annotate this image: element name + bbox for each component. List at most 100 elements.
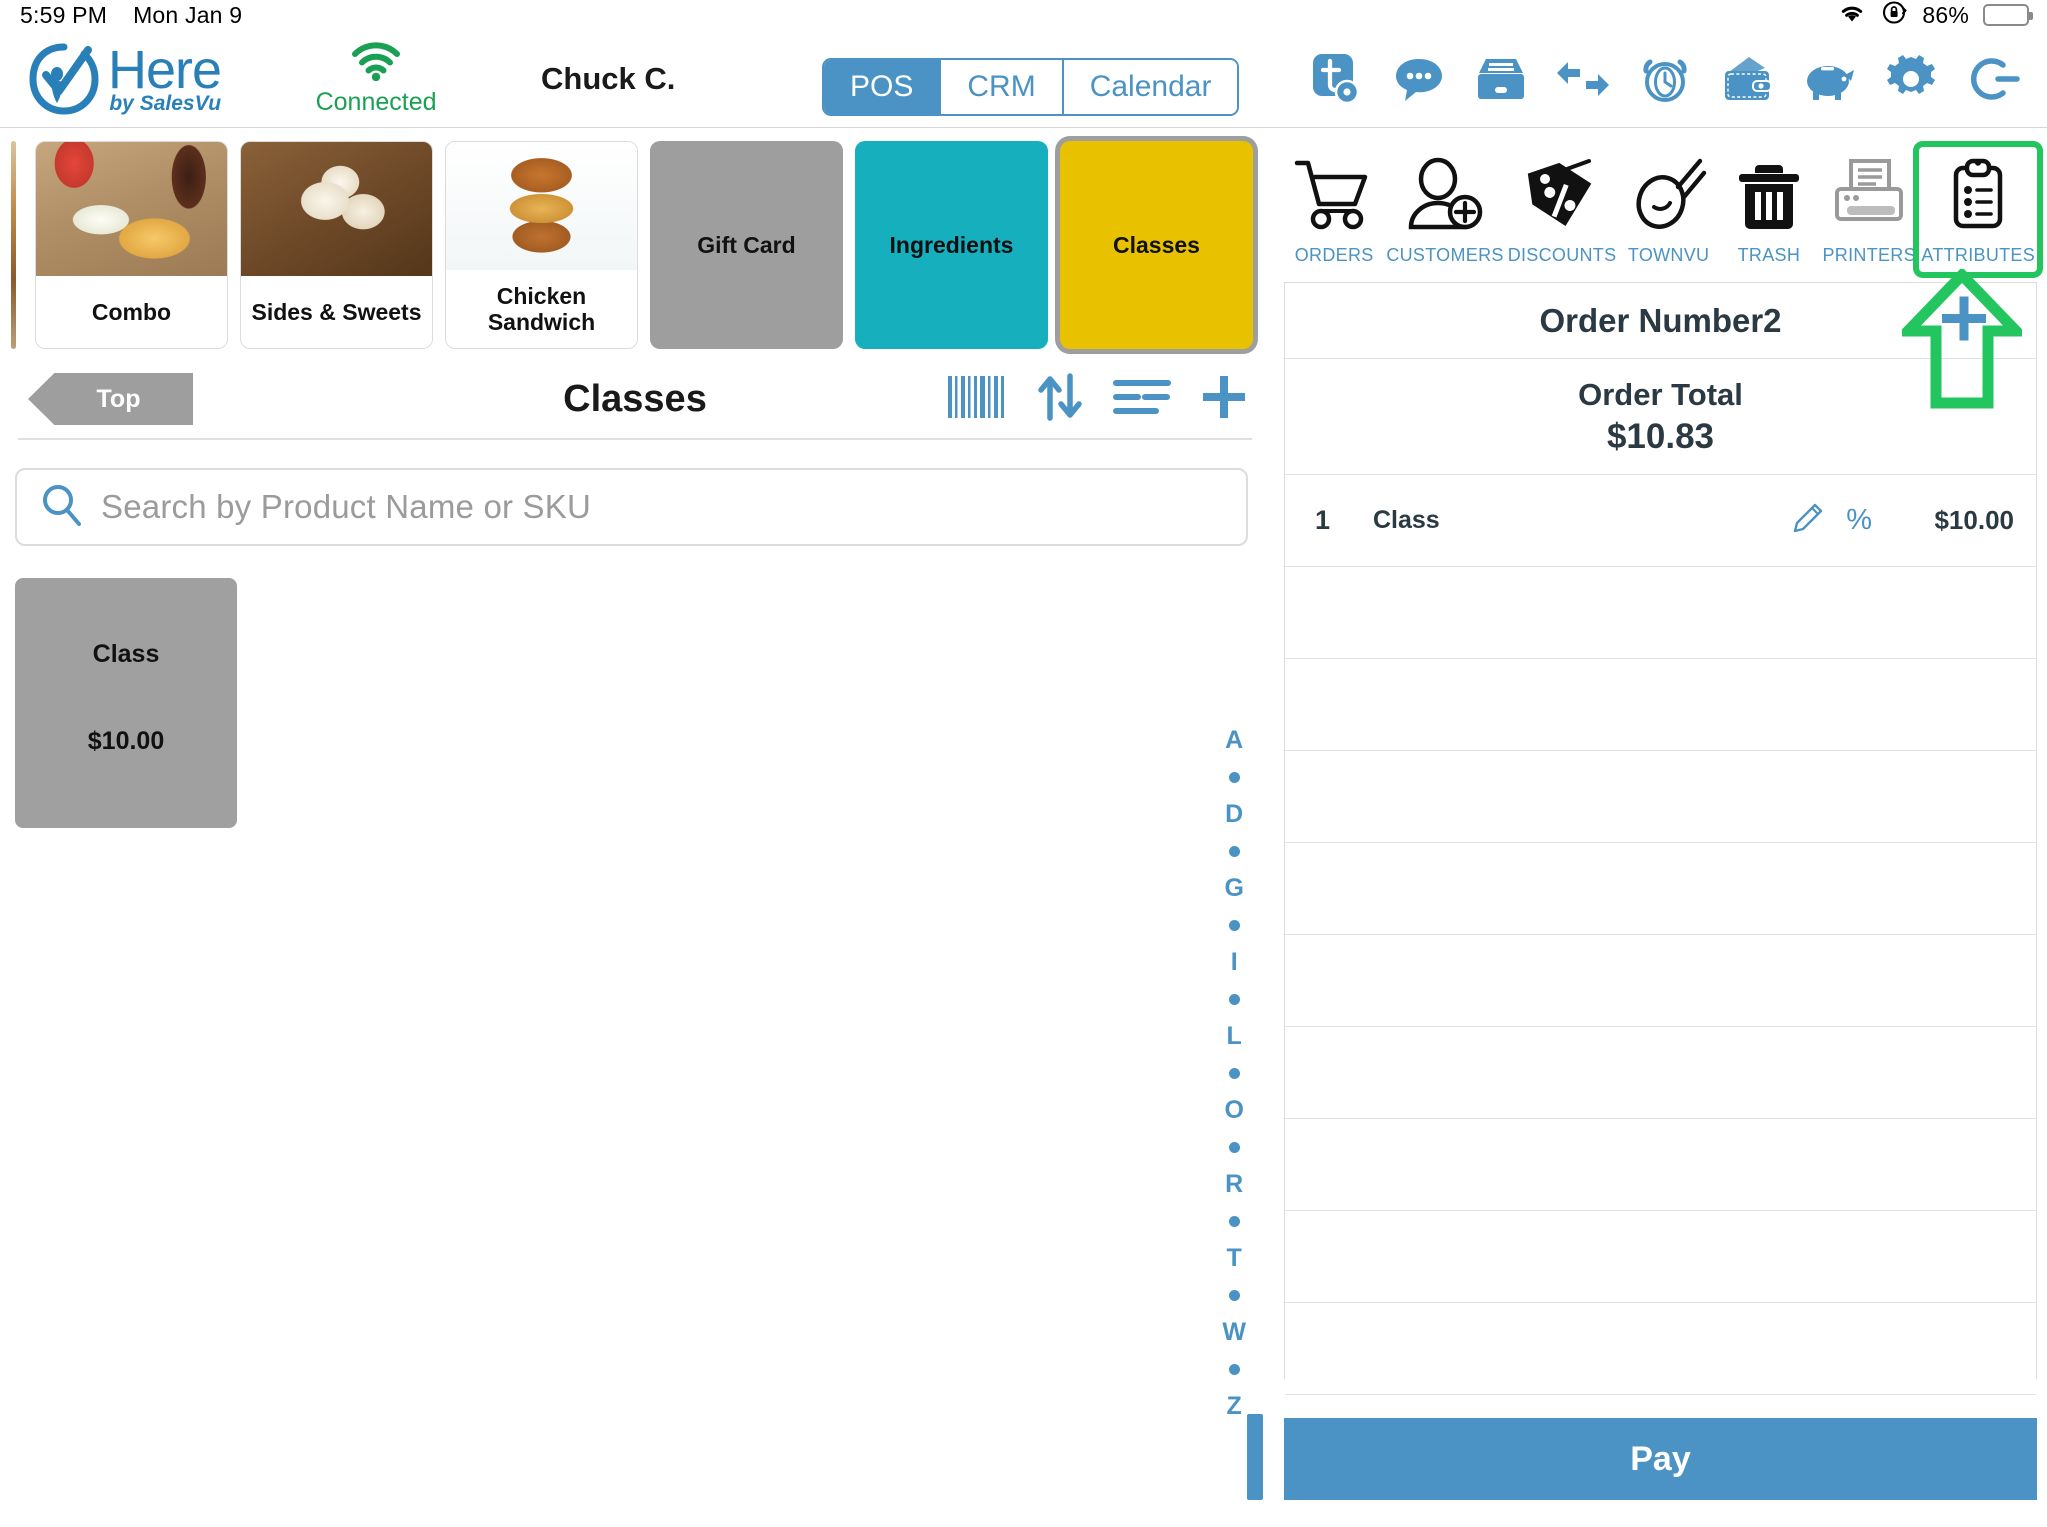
order-empty-row[interactable] [1285,751,2036,843]
product-price: $10.00 [87,727,165,755]
toolbar-label: ORDERS [1294,245,1374,265]
category-label: Ingredients [889,231,1014,258]
percent-icon[interactable]: % [1846,504,1872,537]
rotation-lock-icon [1881,0,1908,32]
time-clock-icon[interactable] [1637,51,1693,107]
sort-updown-icon[interactable] [1034,370,1086,429]
alpha-dot[interactable] [1228,772,1240,783]
order-empty-row[interactable] [1285,1303,2036,1395]
category-tile-combo[interactable]: Combo [35,141,228,349]
search-icon [39,482,85,533]
header-icon-bar [1309,51,2021,107]
toolbar-trash[interactable]: TRASH [1719,147,1819,272]
brand-wordmark: Here by SalesVu [108,43,222,114]
back-to-top-button[interactable]: Top [28,373,193,425]
toolbar-orders[interactable]: ORDERS [1284,147,1384,272]
line-item-qty: 1 [1315,505,1331,535]
order-empty-row[interactable] [1285,1211,2036,1303]
status-bar: 5:59 PM Mon Jan 9 86% [0,0,2047,30]
alpha-g[interactable]: G [1224,876,1243,901]
tip-settings-icon[interactable] [1309,51,1365,107]
alpha-z[interactable]: Z [1227,1394,1242,1419]
toolbar-label: ATTRIBUTES [1921,245,2036,265]
connection-status: Connected [301,41,451,117]
toolbar-townvu[interactable]: TOWNVU [1618,147,1718,272]
category-tile-partial[interactable] [11,141,16,349]
toolbar-printers[interactable]: PRINTERS [1819,147,1919,272]
wallet-icon[interactable] [1719,51,1775,107]
trash-icon [1728,151,1810,239]
catalog-pane: Combo Sides & Sweets Chicken Sandwich Gi… [0,128,1270,1527]
order-line-item[interactable]: 1 Class % $10.00 [1285,475,2036,567]
alpha-i[interactable]: I [1231,950,1238,975]
alpha-a[interactable]: A [1225,728,1243,753]
order-empty-row[interactable] [1285,1119,2036,1211]
alpha-r[interactable]: R [1225,1172,1243,1197]
logout-icon[interactable] [1965,51,2021,107]
order-empty-row[interactable] [1285,935,2036,1027]
alpha-dot[interactable] [1228,1216,1240,1227]
pay-button[interactable]: Pay [1284,1418,2037,1500]
order-number: Order Number2 [1539,301,1782,339]
order-empty-row[interactable] [1285,843,2036,935]
piggy-bank-icon[interactable] [1801,51,1857,107]
toolbar-label: CUSTOMERS [1386,245,1504,265]
settings-gear-icon[interactable] [1883,51,1939,107]
status-time: 5:59 PM [20,1,108,28]
product-search-bar[interactable]: Search by Product Name or SKU [15,468,1248,546]
add-product-icon[interactable] [1198,371,1250,428]
product-grid: Class $10.00 [0,546,1270,828]
pencil-icon[interactable] [1792,502,1824,539]
alpha-dot[interactable] [1228,1142,1240,1153]
search-input[interactable]: Search by Product Name or SKU [101,488,591,526]
alpha-dot[interactable] [1228,1364,1240,1375]
combo-photo [36,142,227,276]
cash-drawer-icon[interactable] [1473,51,1529,107]
alpha-w[interactable]: W [1222,1320,1246,1345]
category-tile-classes[interactable]: Classes [1060,141,1253,349]
category-label: Combo [91,298,172,325]
alpha-dot[interactable] [1228,846,1240,857]
list-view-icon[interactable] [1112,375,1172,424]
battery-percent: 86% [1922,1,1969,28]
alpha-l[interactable]: L [1227,1024,1242,1049]
alphabet-index[interactable]: A D G I L O R T W Z [1222,728,1246,1419]
toolbar-discounts[interactable]: DISCOUNTS [1506,147,1619,272]
alpha-d[interactable]: D [1225,802,1243,827]
add-order-plus-button[interactable] [1936,290,1992,351]
tab-calendar[interactable]: Calendar [1063,60,1238,114]
category-label: Gift Card [697,231,796,258]
alpha-dot[interactable] [1228,994,1240,1005]
order-empty-row[interactable] [1285,567,2036,659]
order-total-value: $10.83 [1606,416,1715,456]
order-empty-row[interactable] [1285,659,2036,751]
toolbar-customers[interactable]: CUSTOMERS [1384,147,1505,272]
catalog-title-row: Top Classes [0,360,1270,438]
category-tile-sides-sweets[interactable]: Sides & Sweets [240,141,433,349]
tab-pos[interactable]: POS [824,60,942,114]
chicken-sandwich-photo [446,142,637,270]
alpha-t[interactable]: T [1227,1246,1242,1271]
tab-crm[interactable]: CRM [941,60,1064,114]
toolbar-label: DISCOUNTS [1507,245,1617,265]
toolbar-attributes[interactable]: ATTRIBUTES [1919,147,2038,272]
barcode-scan-icon[interactable] [946,372,1008,427]
alpha-dot[interactable] [1228,1068,1240,1079]
order-empty-row[interactable] [1285,1027,2036,1119]
app-header: Here by SalesVu Connected Chuck C. POS C… [0,30,2047,128]
here-checkmark-logo-icon [26,41,102,117]
transfer-icon[interactable] [1555,51,1611,107]
category-tile-gift-card[interactable]: Gift Card [650,141,843,349]
messages-icon[interactable] [1391,51,1447,107]
category-tile-chicken-sandwich[interactable]: Chicken Sandwich [445,141,638,349]
discount-tag-icon [1521,151,1603,239]
vertical-scrollbar-thumb[interactable] [1247,1414,1263,1500]
category-label: Sides & Sweets [251,298,422,325]
category-tile-ingredients[interactable]: Ingredients [855,141,1048,349]
battery-icon [1983,4,2033,26]
clipboard-list-icon [1937,151,2019,239]
alpha-o[interactable]: O [1224,1098,1243,1123]
alpha-dot[interactable] [1228,920,1240,931]
product-tile-class[interactable]: Class $10.00 [15,578,237,828]
alpha-dot[interactable] [1228,1290,1240,1301]
